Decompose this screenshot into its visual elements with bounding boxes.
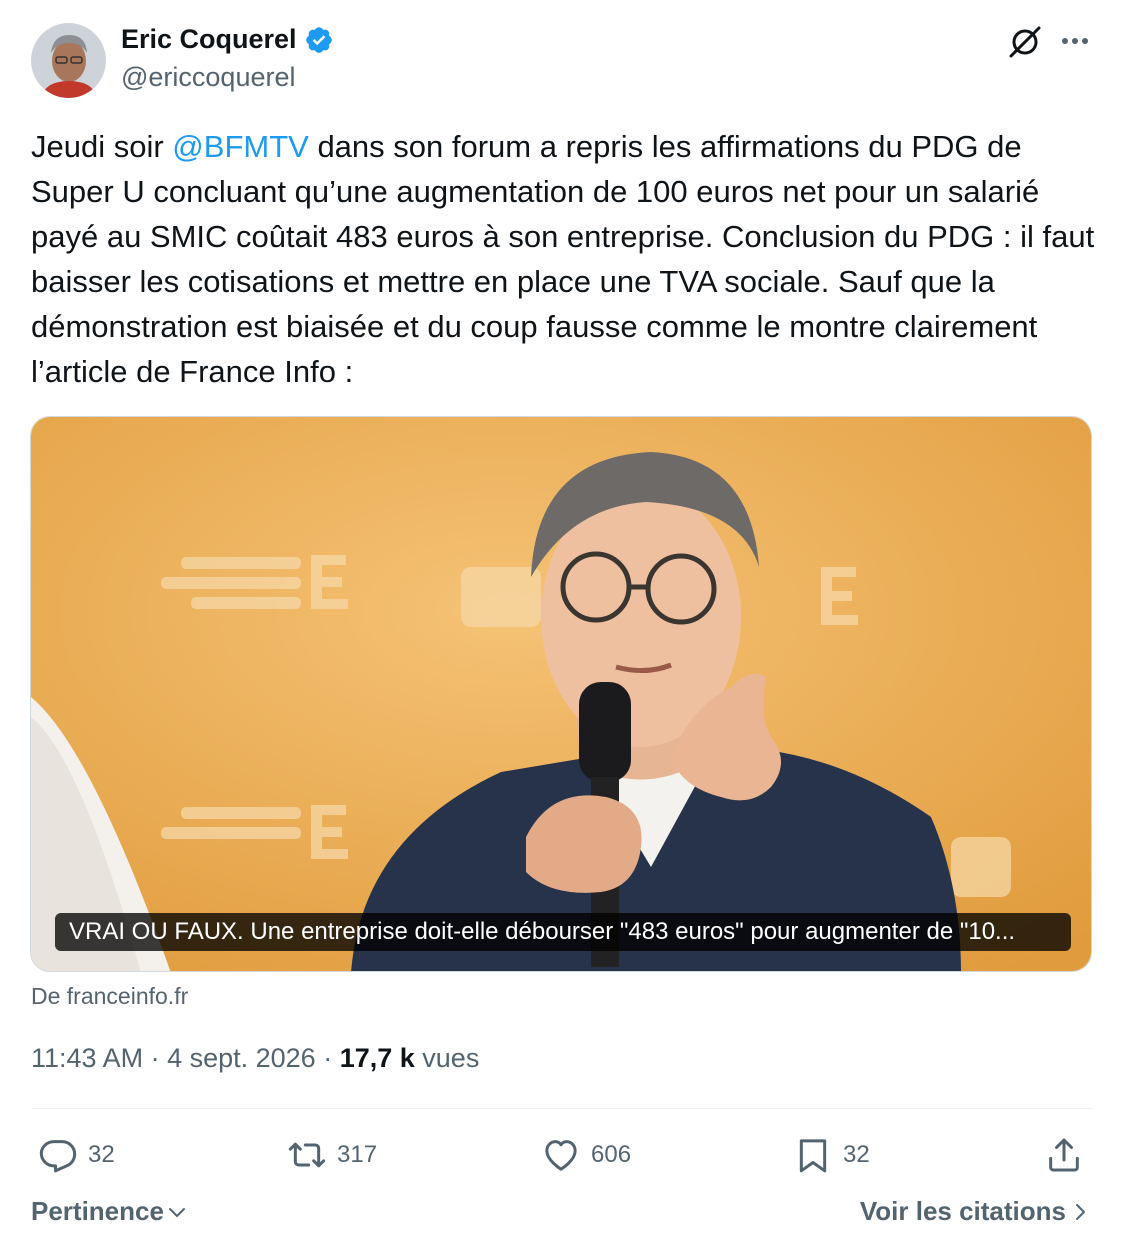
article-photo xyxy=(31,417,1091,971)
meta-separator: · xyxy=(143,1043,168,1073)
bookmark-button[interactable]: 32 xyxy=(793,1133,870,1177)
chevron-right-icon xyxy=(1076,1203,1085,1220)
views-count: 17,7 k xyxy=(339,1043,415,1073)
tweet-meta: 11:43 AM · 4 sept. 2026 · 17,7 k vues xyxy=(31,1043,479,1074)
bookmark-count: 32 xyxy=(843,1141,870,1168)
meta-separator: · xyxy=(315,1043,340,1073)
card-source[interactable]: De franceinfo.fr xyxy=(31,983,188,1010)
link-card[interactable]: VRAI OU FAUX. Une entreprise doit-elle d… xyxy=(30,416,1092,972)
like-button[interactable]: 606 xyxy=(541,1133,631,1177)
sort-dropdown[interactable]: Pertinence xyxy=(31,1196,187,1227)
view-quotes-link[interactable]: Voir les citations xyxy=(860,1196,1088,1227)
author-name[interactable]: Eric Coquerel xyxy=(121,24,334,55)
author-name-text: Eric Coquerel xyxy=(121,24,297,54)
sort-label: Pertinence xyxy=(31,1196,164,1226)
heart-icon xyxy=(545,1140,577,1171)
tweet-date[interactable]: 4 sept. 2026 xyxy=(167,1043,316,1073)
reply-button[interactable]: 32 xyxy=(38,1133,115,1177)
avatar-image xyxy=(31,23,106,98)
grok-icon[interactable] xyxy=(1007,24,1043,60)
tweet-text: Jeudi soir @BFMTV dans son forum a repri… xyxy=(31,124,1096,394)
author-handle[interactable]: @ericcoquerel xyxy=(121,62,296,93)
reply-icon xyxy=(39,1140,77,1173)
tweet-text-body: dans son forum a repris les affirmations… xyxy=(31,129,1103,389)
tweet-text-intro: Jeudi soir xyxy=(31,129,173,164)
reply-count: 32 xyxy=(88,1141,115,1168)
views-label: vues xyxy=(414,1043,480,1073)
more-icon[interactable] xyxy=(1057,27,1093,55)
card-caption: VRAI OU FAUX. Une entreprise doit-elle d… xyxy=(55,913,1071,951)
share-icon xyxy=(1049,1138,1079,1172)
bookmark-icon xyxy=(799,1139,827,1173)
mention-link[interactable]: @BFMTV xyxy=(172,129,309,164)
repost-icon xyxy=(288,1142,326,1168)
repost-button[interactable]: 317 xyxy=(287,1133,377,1177)
share-button[interactable] xyxy=(1044,1133,1084,1177)
view-quotes-label: Voir les citations xyxy=(859,1196,1066,1226)
repost-count: 317 xyxy=(337,1141,378,1168)
like-count: 606 xyxy=(591,1141,632,1168)
divider xyxy=(31,1108,1093,1109)
tweet-time[interactable]: 11:43 AM xyxy=(31,1043,143,1073)
author-avatar[interactable] xyxy=(31,23,106,98)
verified-badge-icon xyxy=(304,25,334,55)
chevron-down-icon xyxy=(168,1207,185,1217)
